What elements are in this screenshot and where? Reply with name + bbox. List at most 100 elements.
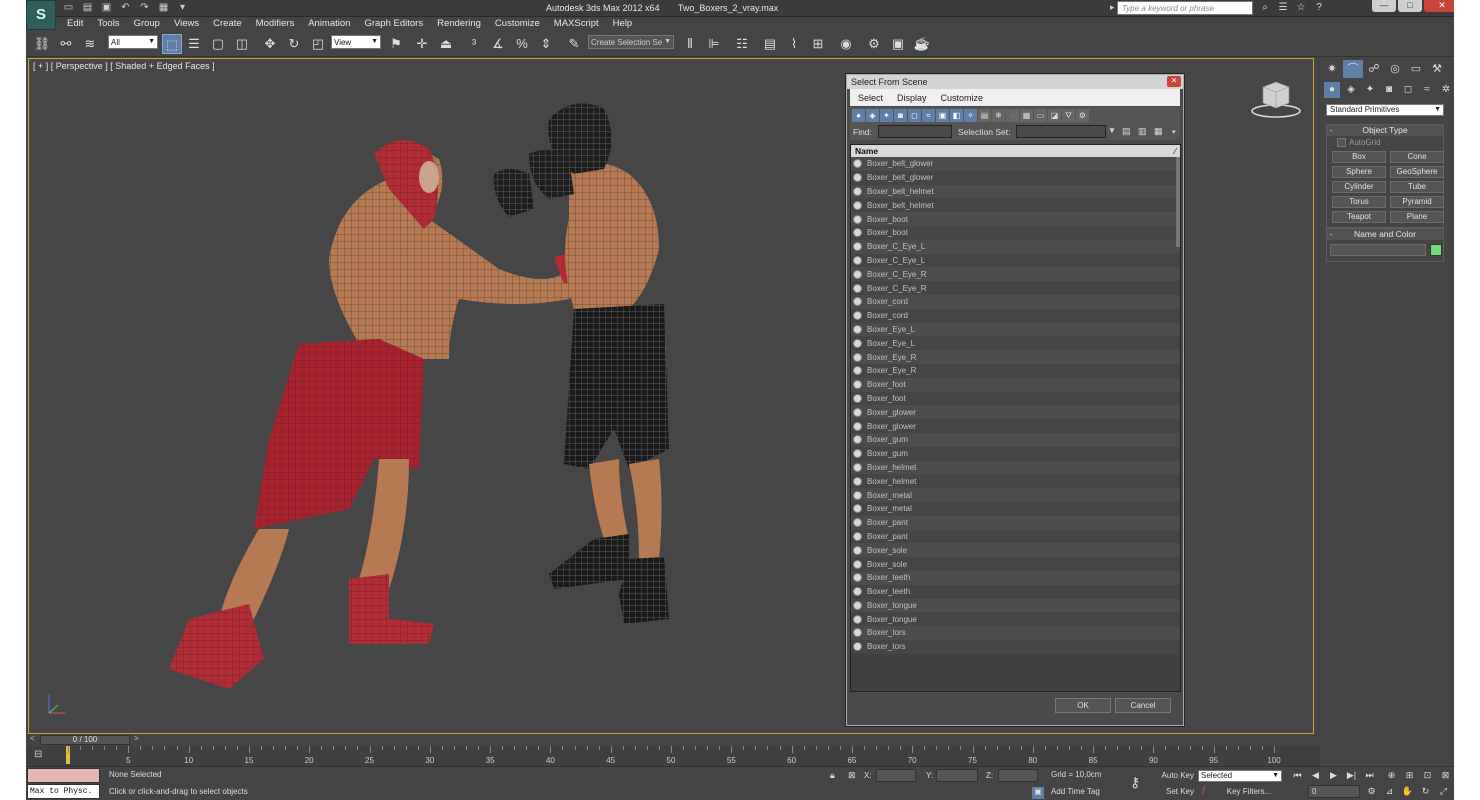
list-item[interactable]: Boxer_boot xyxy=(851,212,1180,226)
project-folder-icon[interactable]: ▦ xyxy=(157,2,170,14)
list-item[interactable]: Boxer_gum xyxy=(851,432,1180,447)
cameras-icon[interactable]: ◙ xyxy=(1381,82,1397,98)
geosphere-button[interactable]: GeoSphere xyxy=(1390,166,1444,178)
dialog-close-button[interactable]: ✕ xyxy=(1167,76,1181,87)
list-item[interactable]: Boxer_teeth xyxy=(851,584,1180,599)
current-frame-input[interactable]: 0 xyxy=(1308,785,1360,798)
torus-button[interactable]: Torus xyxy=(1332,196,1386,208)
display-helpers-icon[interactable]: ◻ xyxy=(908,109,921,122)
list-item[interactable]: Boxer_tongue xyxy=(851,598,1180,613)
list-item[interactable]: Boxer_tors xyxy=(851,639,1180,654)
previous-frame-arrow-icon[interactable]: < xyxy=(30,734,35,743)
list-item[interactable]: Boxer_C_Eye_R xyxy=(851,281,1180,295)
lock-selection-icon[interactable]: 🔒︎ xyxy=(830,770,835,781)
list-item[interactable]: Boxer_gum xyxy=(851,446,1180,461)
pivot-center-icon[interactable]: ⚑ xyxy=(386,34,406,54)
percent-snap-icon[interactable]: % xyxy=(512,34,532,54)
maximize-button[interactable]: □ xyxy=(1398,0,1422,12)
render-setup-icon[interactable]: ⚙ xyxy=(864,34,884,54)
list-item[interactable]: Boxer_tongue xyxy=(851,612,1180,627)
open-file-icon[interactable]: ▤ xyxy=(81,2,94,14)
zoom-icon[interactable]: ⊕ xyxy=(1384,769,1399,782)
select-manipulate-icon[interactable]: ✛ xyxy=(412,34,432,54)
find-input[interactable] xyxy=(878,125,952,138)
list-item[interactable]: Boxer_foot xyxy=(851,377,1180,392)
sphere-button[interactable]: Sphere xyxy=(1332,166,1386,178)
menu-customize[interactable]: Customize xyxy=(488,17,547,31)
layer-manager-icon[interactable]: ☷ xyxy=(732,34,752,54)
list-item[interactable]: Boxer_boot xyxy=(851,225,1180,240)
select-all-icon[interactable]: ▤ xyxy=(1122,126,1131,137)
window-crossing-icon[interactable]: ◫ xyxy=(232,34,252,54)
menu-help[interactable]: Help xyxy=(606,17,640,31)
display-groups-icon[interactable]: ▣ xyxy=(936,109,949,122)
systems-icon[interactable]: ✲ xyxy=(1438,82,1454,98)
ok-button[interactable]: OK xyxy=(1055,698,1111,713)
list-item[interactable]: Boxer_foot xyxy=(851,391,1180,406)
maxscript-input[interactable]: Max to Physc. xyxy=(27,784,100,799)
rendered-frame-window-icon[interactable]: ▣ xyxy=(888,34,908,54)
binoculars-icon[interactable]: ⌕ xyxy=(1258,1,1272,15)
y-coordinate-input[interactable] xyxy=(936,769,978,782)
close-window-button[interactable]: ✕ xyxy=(1424,0,1454,12)
material-editor-icon[interactable]: ◉ xyxy=(836,34,856,54)
application-button[interactable]: S xyxy=(26,0,56,30)
dialog-menu-display[interactable]: Display xyxy=(897,93,927,106)
key-mode-select[interactable]: Selected ▼ xyxy=(1198,770,1282,782)
new-file-icon[interactable]: ▭ xyxy=(62,2,75,14)
filter-icon[interactable]: ⛛ xyxy=(1062,109,1075,122)
utilities-tab-icon[interactable]: ⚒ xyxy=(1427,60,1447,78)
selection-set-input[interactable] xyxy=(1016,125,1106,138)
list-item[interactable]: Boxer_teeth xyxy=(851,570,1180,585)
go-to-start-icon[interactable]: ⏮ xyxy=(1290,769,1305,782)
dialog-title-bar[interactable]: Select From Scene ✕ xyxy=(847,75,1183,89)
next-frame-arrow-icon[interactable]: > xyxy=(134,734,139,743)
select-object-icon[interactable]: ⬚ xyxy=(162,34,182,54)
favorites-icon[interactable]: ☆ xyxy=(1294,1,1308,15)
auto-key-button[interactable]: Auto Key xyxy=(1154,769,1194,783)
play-icon[interactable]: ▶ xyxy=(1326,769,1341,782)
snaps-toggle-icon[interactable]: ³ xyxy=(464,34,484,54)
box-button[interactable]: Box xyxy=(1332,151,1386,163)
select-none-icon[interactable]: ▥ xyxy=(1138,126,1147,137)
save-icon[interactable]: ▣ xyxy=(100,2,113,14)
next-frame-icon[interactable]: ▶| xyxy=(1344,769,1359,782)
helpers-icon[interactable]: ◻ xyxy=(1400,82,1416,98)
list-item[interactable]: Boxer_sole xyxy=(851,543,1180,558)
scale-icon[interactable]: ◰ xyxy=(308,34,328,54)
display-cameras-icon[interactable]: ◙ xyxy=(894,109,907,122)
filter-options-icon[interactable]: ⚙ xyxy=(1076,109,1089,122)
list-scrollbar[interactable] xyxy=(1176,157,1180,247)
key-filters-button[interactable]: Key Filters... xyxy=(1216,785,1282,799)
list-item[interactable]: Boxer_tors xyxy=(851,626,1180,640)
expand-options-icon[interactable]: ▾ xyxy=(1172,128,1176,136)
menu-maxscript[interactable]: MAXScript xyxy=(547,17,606,31)
maximize-viewport-icon[interactable]: ⤢ xyxy=(1436,785,1451,798)
list-item[interactable]: Boxer_Eye_R xyxy=(851,363,1180,378)
display-invert-icon[interactable]: ◪ xyxy=(1048,109,1061,122)
list-item[interactable]: Boxer_sole xyxy=(851,557,1180,571)
display-tab-icon[interactable]: ▭ xyxy=(1406,60,1426,78)
cancel-button[interactable]: Cancel xyxy=(1115,698,1171,713)
tube-button[interactable]: Tube xyxy=(1390,181,1444,193)
name-and-color-header[interactable]: - Name and Color xyxy=(1327,229,1443,240)
list-item[interactable]: Boxer_belt_helmet xyxy=(851,184,1180,199)
menu-animation[interactable]: Animation xyxy=(301,17,357,31)
spinner-snap-icon[interactable]: ⇕ xyxy=(536,34,556,54)
absolute-mode-icon[interactable]: ⊠ xyxy=(848,770,856,781)
time-configuration-icon[interactable]: ⚙ xyxy=(1364,785,1379,798)
link-icon[interactable]: ⛓ xyxy=(32,34,52,54)
list-item[interactable]: Boxer_pant xyxy=(851,529,1180,544)
shapes-icon[interactable]: ◈ xyxy=(1343,82,1359,98)
list-item[interactable]: Boxer_glower xyxy=(851,405,1180,420)
display-geometry-icon[interactable]: ● xyxy=(852,109,865,122)
geometry-icon[interactable]: ● xyxy=(1324,82,1340,98)
unlink-icon[interactable]: ⚯ xyxy=(56,34,76,54)
help-icon[interactable]: ? xyxy=(1312,1,1326,15)
search-arrow-icon[interactable]: ▸ xyxy=(1110,2,1115,13)
primitive-category-select[interactable]: Standard Primitives ▼ xyxy=(1326,104,1444,116)
dialog-menu-customize[interactable]: Customize xyxy=(941,93,984,106)
object-type-header[interactable]: - Object Type xyxy=(1327,125,1443,136)
list-item[interactable]: Boxer_Eye_R xyxy=(851,350,1180,364)
hierarchy-tab-icon[interactable]: ☍ xyxy=(1364,60,1384,78)
